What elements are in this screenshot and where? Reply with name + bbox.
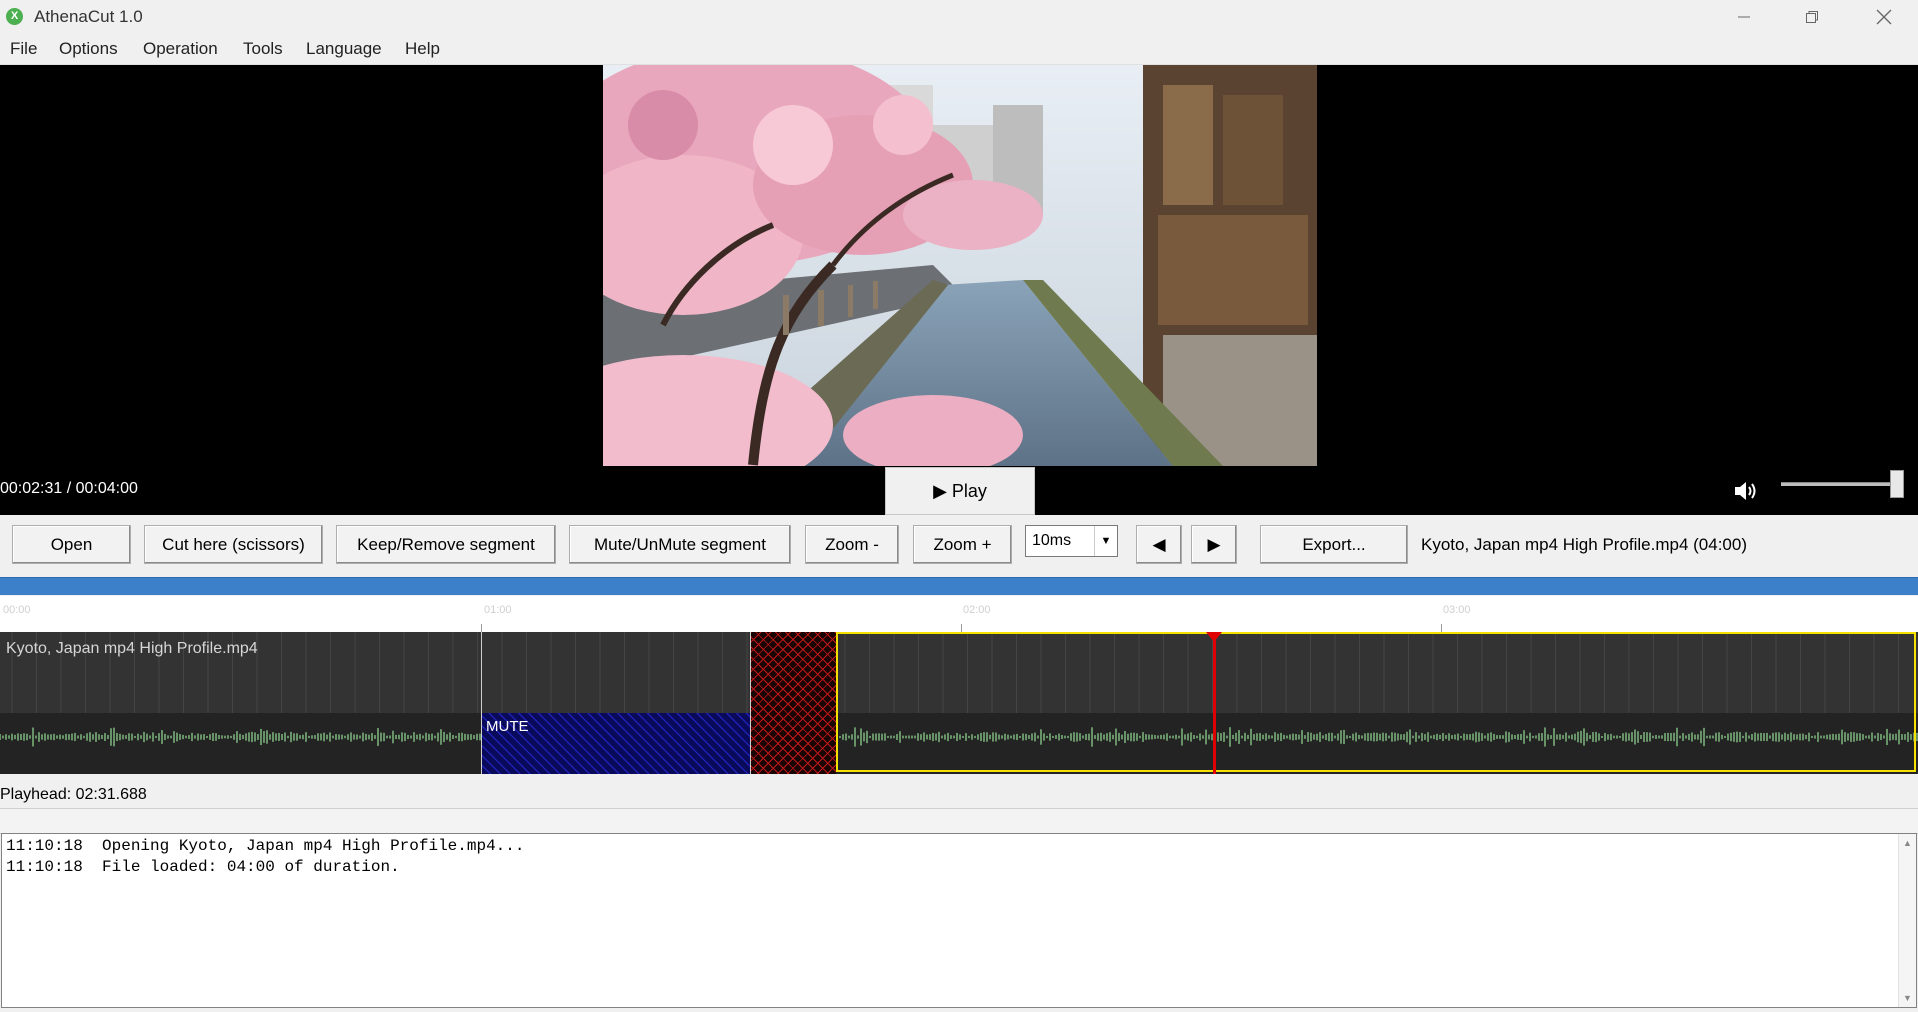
volume-slider-thumb[interactable] — [1890, 470, 1904, 498]
menu-bar: File Options Operation Tools Language He… — [0, 34, 1918, 65]
menu-tools[interactable]: Tools — [243, 39, 283, 59]
minimize-button[interactable] — [1710, 0, 1778, 34]
minimize-icon — [1738, 16, 1750, 18]
segment-boundary — [481, 632, 482, 774]
toolbar: Open Cut here (scissors) Keep/Remove seg… — [0, 515, 1918, 573]
video-frame[interactable] — [603, 65, 1317, 466]
export-button[interactable]: Export... — [1260, 525, 1408, 564]
play-button[interactable]: ▶ Play — [885, 467, 1035, 515]
log-panel[interactable]: 11:10:18 Opening Kyoto, Japan mp4 High P… — [1, 833, 1917, 1008]
title-bar: X AthenaCut 1.0 — [0, 0, 1918, 34]
horizontal-scrollbar[interactable] — [0, 808, 1918, 834]
menu-help[interactable]: Help — [405, 39, 440, 59]
chevron-down-icon[interactable]: ▼ — [1094, 526, 1117, 556]
timeline[interactable]: MUTE Kyoto, Japan mp4 High Profile.mp4 — [0, 632, 1918, 774]
playhead-position-label: Playhead: 02:31.688 — [0, 786, 147, 803]
menu-file[interactable]: File — [10, 39, 37, 59]
step-back-button[interactable]: ◀ — [1136, 525, 1182, 564]
restore-icon — [1806, 11, 1818, 23]
menu-language[interactable]: Language — [306, 39, 382, 59]
speaker-icon[interactable] — [1734, 481, 1760, 506]
file-info-label: Kyoto, Japan mp4 High Profile.mp4 (04:00… — [1421, 535, 1748, 554]
close-button[interactable] — [1850, 0, 1918, 34]
video-preview: 00:02:31 / 00:04:00 ▶ Play — [0, 65, 1918, 515]
step-forward-button[interactable]: ▶ — [1191, 525, 1237, 564]
volume-slider-track[interactable] — [1781, 482, 1899, 486]
video-frame-image — [603, 65, 1317, 466]
position-progress-bar[interactable] — [0, 577, 1918, 595]
scroll-down-icon[interactable]: ▼ — [1903, 993, 1912, 1003]
step-size-value: 10ms — [1032, 532, 1072, 549]
ruler-label: 02:00 — [963, 604, 991, 616]
app-icon: X — [6, 8, 23, 25]
menu-operation[interactable]: Operation — [143, 39, 218, 59]
segment-boundary — [750, 632, 751, 774]
timecode-display: 00:02:31 / 00:04:00 — [0, 480, 138, 497]
menu-options[interactable]: Options — [59, 39, 118, 59]
zoom-out-button[interactable]: Zoom - — [805, 525, 899, 564]
window-title: AthenaCut 1.0 — [34, 7, 143, 26]
playhead[interactable] — [1213, 632, 1216, 774]
triangle-right-icon: ▶ — [1207, 534, 1221, 554]
ruler-label: 01:00 — [484, 604, 512, 616]
removed-segment[interactable] — [750, 632, 836, 774]
log-line: 11:10:18 File loaded: 04:00 of duration. — [6, 858, 400, 876]
selected-segment[interactable] — [836, 632, 1916, 772]
timeline-ruler[interactable]: 00:00 01:00 02:00 03:00 — [0, 596, 1918, 633]
cut-button[interactable]: Cut here (scissors) — [144, 525, 323, 564]
restore-button[interactable] — [1778, 0, 1846, 34]
zoom-in-button[interactable]: Zoom + — [913, 525, 1012, 564]
keep-remove-segment-button[interactable]: Keep/Remove segment — [336, 525, 556, 564]
clip-name-label: Kyoto, Japan mp4 High Profile.mp4 — [6, 640, 258, 657]
log-vertical-scrollbar[interactable]: ▲ ▼ — [1898, 834, 1916, 1007]
mute-unmute-segment-button[interactable]: Mute/UnMute segment — [569, 525, 791, 564]
step-size-select[interactable]: 10ms ▼ — [1025, 525, 1118, 557]
ruler-label: 03:00 — [1443, 604, 1471, 616]
open-button[interactable]: Open — [12, 525, 131, 564]
close-icon — [1876, 9, 1892, 25]
triangle-left-icon: ◀ — [1152, 534, 1166, 554]
ruler-label: 00:00 — [3, 604, 31, 616]
log-line: 11:10:18 Opening Kyoto, Japan mp4 High P… — [6, 837, 525, 855]
mute-label: MUTE — [486, 718, 529, 735]
scroll-up-icon[interactable]: ▲ — [1903, 838, 1912, 848]
